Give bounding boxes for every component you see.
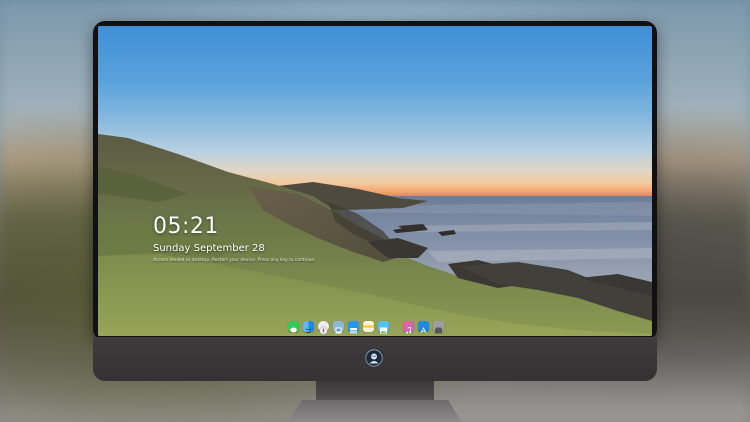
lock-screen[interactable]: 05:21 Sunday September 28 Access denied … <box>98 26 652 336</box>
lock-date: Sunday September 28 <box>153 243 265 254</box>
messages-icon[interactable] <box>288 320 299 332</box>
app-store-icon[interactable] <box>418 320 429 333</box>
preview-icon[interactable] <box>333 320 344 333</box>
music-icon[interactable] <box>403 320 414 334</box>
photos-icon[interactable] <box>378 320 389 333</box>
monitor-stand-neck <box>316 381 434 403</box>
claquette-icon[interactable] <box>348 320 359 333</box>
coastline-wallpaper <box>98 134 652 336</box>
brand-logo-icon <box>365 349 383 367</box>
tray-icon[interactable] <box>433 320 444 333</box>
monitor-chin <box>93 337 657 381</box>
lock-clock: 05:21 <box>153 214 219 239</box>
dock <box>288 320 444 335</box>
imac-display: 05:21 Sunday September 28 Access denied … <box>93 21 657 381</box>
notes-icon[interactable] <box>363 320 374 332</box>
safari-icon[interactable] <box>318 320 329 335</box>
finder-icon[interactable] <box>303 320 314 333</box>
monitor-stand-base <box>288 400 462 422</box>
lock-notice: Access denied to desktop. Restart your d… <box>153 258 316 263</box>
monitor-bezel: 05:21 Sunday September 28 Access denied … <box>93 21 657 341</box>
